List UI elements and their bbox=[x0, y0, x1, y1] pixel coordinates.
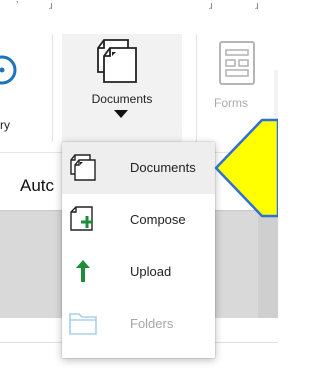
documents-ribbon-button[interactable]: Documents bbox=[62, 34, 182, 142]
menu-item-label: Upload bbox=[130, 264, 172, 279]
history-button[interactable]: ry bbox=[0, 24, 42, 132]
history-clock-icon bbox=[0, 55, 17, 85]
documents-stack-icon bbox=[97, 39, 137, 83]
annotation-arrow bbox=[214, 118, 278, 218]
ribbon-top-fragment: ɹ bbox=[255, 0, 259, 12]
subheader-text: Autc bbox=[20, 176, 55, 195]
forms-icon bbox=[219, 41, 255, 85]
ribbon-top-fragment: ʼ bbox=[16, 0, 19, 12]
menu-item-label: Folders bbox=[130, 316, 174, 331]
chevron-down-icon bbox=[114, 110, 128, 118]
ribbon-top-fragment: ɹ bbox=[209, 0, 213, 12]
upload-arrow-icon bbox=[76, 260, 90, 282]
content-gray-panel bbox=[258, 210, 278, 318]
ribbon-top-fragment: ɹ bbox=[49, 0, 53, 12]
forms-ribbon-label: Forms bbox=[214, 96, 248, 110]
menu-item-upload[interactable]: Upload bbox=[62, 246, 215, 298]
menu-item-folders[interactable]: Folders bbox=[62, 298, 215, 350]
folder-icon bbox=[69, 313, 97, 335]
documents-stack-icon bbox=[70, 154, 96, 181]
ribbon-separator bbox=[52, 34, 53, 142]
compose-plus-icon bbox=[70, 206, 93, 231]
documents-ribbon-label: Documents bbox=[91, 92, 153, 106]
history-button-label: ry bbox=[0, 118, 10, 132]
